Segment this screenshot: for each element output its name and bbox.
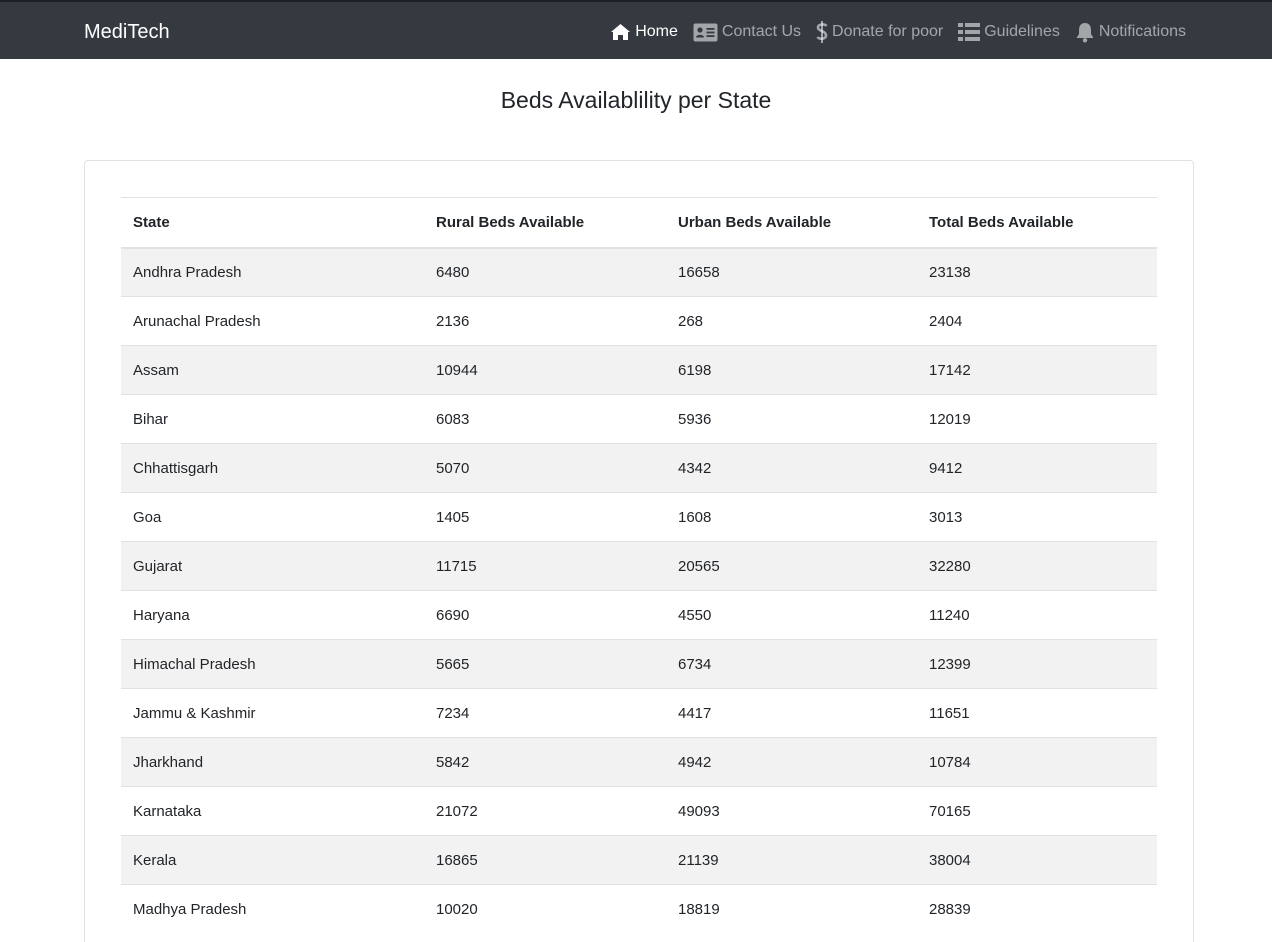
cell-state: Andhra Pradesh <box>121 247 424 297</box>
table-row: Bihar 6083 5936 12019 <box>121 394 1157 444</box>
address-card-icon <box>693 23 718 41</box>
list-icon <box>958 23 981 41</box>
nav-item-guidelines[interactable]: Guidelines <box>958 23 1060 41</box>
cell-rural-beds: 6690 <box>424 590 666 640</box>
cell-state: Karnataka <box>121 786 424 836</box>
home-icon <box>611 24 631 40</box>
cell-total-beds: 12019 <box>917 394 1157 444</box>
dollar-icon <box>816 21 828 43</box>
table-row: Arunachal Pradesh 2136 268 2404 <box>121 296 1157 346</box>
cell-rural-beds: 7234 <box>424 688 666 738</box>
cell-rural-beds: 5665 <box>424 639 666 689</box>
table-header: State Rural Beds Available Urban Beds Av… <box>121 197 1157 249</box>
cell-total-beds: 2404 <box>917 296 1157 346</box>
cell-state: Goa <box>121 492 424 542</box>
cell-rural-beds: 21072 <box>424 786 666 836</box>
nav-item-home[interactable]: Home <box>610 23 678 41</box>
header-state: State <box>121 197 424 249</box>
table-row: Haryana 6690 4550 11240 <box>121 590 1157 640</box>
table-row: Chhattisgarh 5070 4342 9412 <box>121 443 1157 493</box>
cell-rural-beds: 10944 <box>424 345 666 395</box>
cell-total-beds: 28839 <box>917 884 1157 934</box>
cell-total-beds: 11240 <box>917 590 1157 640</box>
table-row: Assam 10944 6198 17142 <box>121 345 1157 395</box>
cell-total-beds: 9412 <box>917 443 1157 493</box>
cell-rural-beds: 5070 <box>424 443 666 493</box>
cell-state: Jammu & Kashmir <box>121 688 424 738</box>
nav-menu: Home Contact Us Donate for poor Guidelin… <box>595 19 1186 45</box>
nav-item-label: Notifications <box>1098 23 1186 40</box>
cell-state: Haryana <box>121 590 424 640</box>
cell-state: Assam <box>121 345 424 395</box>
table-row: Jharkhand 5842 4942 10784 <box>121 737 1157 787</box>
cell-urban-beds: 16658 <box>666 247 917 297</box>
cell-rural-beds: 10020 <box>424 884 666 934</box>
cell-total-beds: 12399 <box>917 639 1157 689</box>
header-urban-beds: Urban Beds Available <box>666 197 917 249</box>
cell-total-beds: 70165 <box>917 786 1157 836</box>
cell-state: Chhattisgarh <box>121 443 424 493</box>
cell-rural-beds: 11715 <box>424 541 666 591</box>
cell-urban-beds: 49093 <box>666 786 917 836</box>
cell-urban-beds: 5936 <box>666 394 917 444</box>
table-row: Himachal Pradesh 5665 6734 12399 <box>121 639 1157 689</box>
cell-total-beds: 32280 <box>917 541 1157 591</box>
cell-total-beds: 17142 <box>917 345 1157 395</box>
cell-rural-beds: 6480 <box>424 247 666 297</box>
header-rural-beds: Rural Beds Available <box>424 197 666 249</box>
cell-state: Bihar <box>121 394 424 444</box>
nav-item-label: Home <box>635 23 678 40</box>
table-row: Karnataka 21072 49093 70165 <box>121 786 1157 836</box>
cell-rural-beds: 5842 <box>424 737 666 787</box>
cell-rural-beds: 1405 <box>424 492 666 542</box>
page-title: Beds Availablility per State <box>500 87 772 113</box>
table-row: Jammu & Kashmir 7234 4417 11651 <box>121 688 1157 738</box>
cell-state: Himachal Pradesh <box>121 639 424 689</box>
nav-item-label: Contact Us <box>721 23 802 40</box>
table-row: Goa 1405 1608 3013 <box>121 492 1157 542</box>
table-row: Andhra Pradesh 6480 16658 23138 <box>121 247 1157 297</box>
cell-urban-beds: 4942 <box>666 737 917 787</box>
cell-total-beds: 11651 <box>917 688 1157 738</box>
cell-urban-beds: 4550 <box>666 590 917 640</box>
cell-rural-beds: 16865 <box>424 835 666 885</box>
cell-urban-beds: 268 <box>666 296 917 346</box>
cell-state: Arunachal Pradesh <box>121 296 424 346</box>
brand-logo[interactable]: MediTech <box>84 20 170 44</box>
cell-state: Gujarat <box>121 541 424 591</box>
cell-urban-beds: 4417 <box>666 688 917 738</box>
cell-total-beds: 3013 <box>917 492 1157 542</box>
nav-item-notifications[interactable]: Notifications <box>1075 22 1186 43</box>
header-total-beds: Total Beds Available <box>917 197 1157 249</box>
cell-urban-beds: 1608 <box>666 492 917 542</box>
cell-state: Jharkhand <box>121 737 424 787</box>
bell-icon <box>1076 22 1094 42</box>
nav-item-label: Guidelines <box>984 23 1060 40</box>
table-row: Madhya Pradesh 10020 18819 28839 <box>121 884 1157 934</box>
cell-urban-beds: 21139 <box>666 835 917 885</box>
header-row: State Rural Beds Available Urban Beds Av… <box>121 197 1157 249</box>
cell-urban-beds: 18819 <box>666 884 917 934</box>
cell-total-beds: 38004 <box>917 835 1157 885</box>
cell-total-beds: 10784 <box>917 737 1157 787</box>
nav-item-donate[interactable]: Donate for poor <box>816 21 943 43</box>
cell-rural-beds: 6083 <box>424 394 666 444</box>
cell-urban-beds: 20565 <box>666 541 917 591</box>
beds-table: State Rural Beds Available Urban Beds Av… <box>121 197 1157 934</box>
cell-urban-beds: 4342 <box>666 443 917 493</box>
table-row: Kerala 16865 21139 38004 <box>121 835 1157 885</box>
cell-state: Kerala <box>121 835 424 885</box>
table-row: Gujarat 11715 20565 32280 <box>121 541 1157 591</box>
cell-urban-beds: 6734 <box>666 639 917 689</box>
table-body: Andhra Pradesh 6480 16658 23138 Arunachal Pr… <box>121 247 1157 934</box>
nav-item-contact-us[interactable]: Contact Us <box>693 23 801 42</box>
cell-state: Madhya Pradesh <box>121 884 424 934</box>
cell-urban-beds: 6198 <box>666 345 917 395</box>
table-card: State Rural Beds Available Urban Beds Av… <box>84 160 1194 942</box>
top-navbar: MediTech Home Contact Us Donate for poor… <box>0 0 1272 59</box>
cell-total-beds: 23138 <box>917 247 1157 297</box>
cell-rural-beds: 2136 <box>424 296 666 346</box>
nav-item-label: Donate for poor <box>832 23 944 40</box>
